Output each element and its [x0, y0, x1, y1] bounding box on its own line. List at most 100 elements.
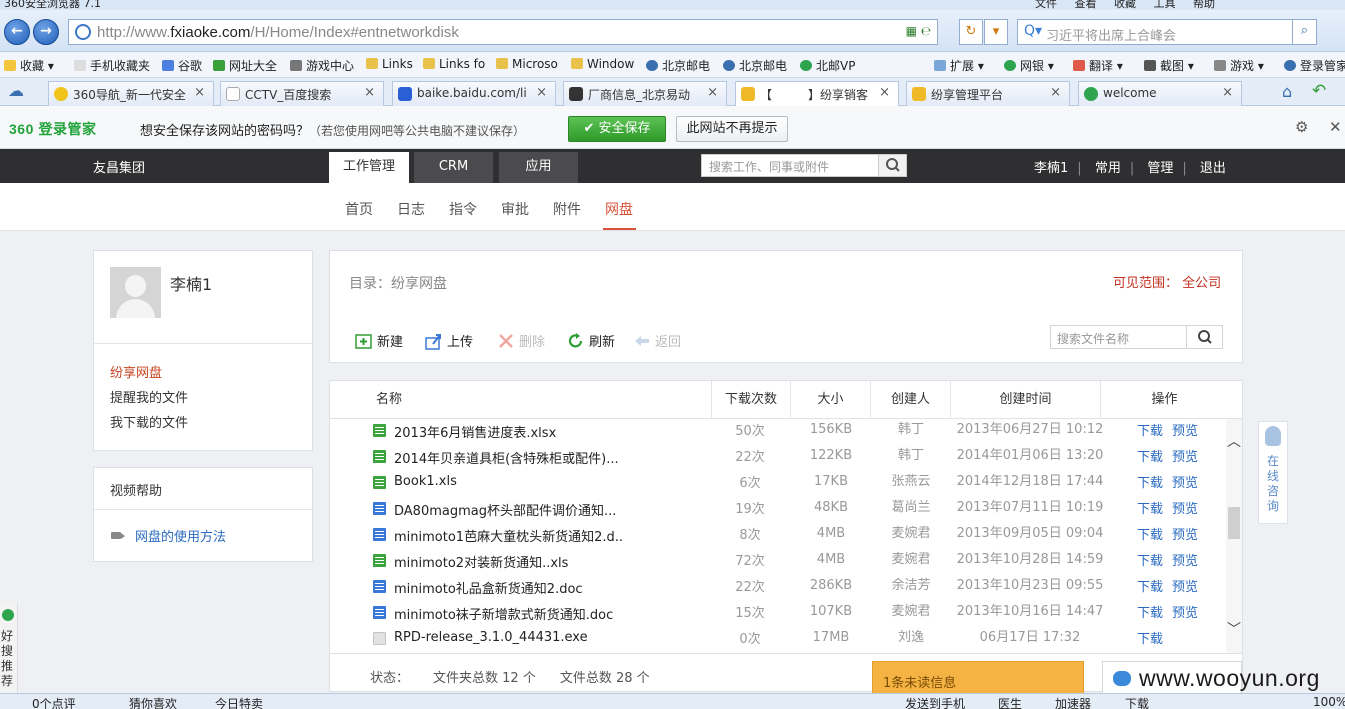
recommend-rail[interactable]: 好搜推荐 — [0, 603, 18, 693]
tab-apps[interactable]: 应用 — [499, 152, 578, 183]
back-button[interactable]: ← — [4, 19, 30, 45]
menu-file[interactable]: 文件 — [1035, 0, 1057, 10]
close-icon[interactable]: × — [1222, 85, 1233, 100]
download-link[interactable]: 下载 — [1137, 420, 1163, 439]
chevron-down-icon[interactable]: ﹀ — [1227, 619, 1241, 639]
preview-link[interactable]: 预览 — [1172, 602, 1198, 621]
table-row[interactable]: minimoto2对装新货通知..xls 72次 4MB 麦婉君 2013年10… — [330, 549, 1226, 575]
extensions-menu[interactable]: 扩展 ▾ — [934, 57, 984, 74]
col-created-time[interactable]: 创建时间 — [951, 381, 1101, 419]
tab-work-management[interactable]: 工作管理 — [329, 152, 409, 183]
refresh-icon[interactable]: ↻ — [959, 19, 983, 45]
file-name[interactable]: minimoto袜子新增款式新货通知.doc — [394, 604, 624, 623]
new-button[interactable]: 新建 — [355, 331, 403, 350]
fav-item[interactable]: 北京邮电 — [646, 57, 710, 74]
scrollbar-thumb[interactable] — [1228, 507, 1240, 539]
fav-item[interactable]: 网址大全 — [213, 57, 277, 74]
search-icon[interactable]: ⌕ — [1292, 20, 1316, 44]
preview-link[interactable]: 预览 — [1172, 472, 1198, 491]
menu-tools[interactable]: 工具 — [1154, 0, 1176, 10]
online-consult[interactable]: 在线咨询 — [1258, 421, 1288, 524]
menu-view[interactable]: 查看 — [1075, 0, 1097, 10]
back-button[interactable]: 返回 — [633, 331, 681, 350]
table-row[interactable]: minimoto礼品盒新货通知2.doc 22次 286KB 余洁芳 2013年… — [330, 575, 1226, 601]
preview-link[interactable]: 预览 — [1172, 576, 1198, 595]
close-icon[interactable]: × — [879, 85, 890, 100]
games-menu[interactable]: 游戏 ▾ — [1214, 57, 1264, 74]
download-link[interactable]: 下载 — [1137, 498, 1163, 517]
browser-search[interactable]: Q▾ 习近平将出席上合峰会 ⌕ — [1017, 19, 1317, 45]
forward-button[interactable]: → — [33, 19, 59, 45]
fav-item[interactable]: 谷歌 — [162, 57, 202, 74]
help-link[interactable]: 网盘的使用方法 — [135, 526, 226, 545]
subnav-approval[interactable]: 审批 — [501, 199, 529, 219]
status-accelerator[interactable]: 加速器 — [1055, 695, 1091, 709]
table-scrollbar[interactable]: ︿ ﹀ — [1226, 419, 1242, 653]
status-send-phone[interactable]: 发送到手机 — [905, 695, 965, 709]
gear-icon[interactable]: ⚙ — [1295, 118, 1308, 136]
file-name[interactable]: 2013年6月销售进度表.xlsx — [394, 422, 624, 441]
browser-tab[interactable]: 360导航_新一代安全 × — [48, 81, 214, 106]
close-icon[interactable]: × — [1050, 85, 1061, 100]
file-name[interactable]: minimoto1芭麻大童枕头新货通知2.d... — [394, 526, 624, 545]
file-name[interactable]: Book1.xls — [394, 474, 624, 489]
table-row[interactable]: RPD-release_3.1.0_44431.exe 0次 17MB 刘逸 0… — [330, 627, 1226, 653]
download-link[interactable]: 下载 — [1137, 446, 1163, 465]
search-engine-icon[interactable]: Q▾ — [1024, 23, 1042, 39]
table-row[interactable]: Book1.xls 6次 17KB 张燕云 2014年12月18日 17:44 … — [330, 471, 1226, 497]
screenshot-menu[interactable]: 截图 ▾ — [1144, 57, 1194, 74]
table-row[interactable]: minimoto1芭麻大童枕头新货通知2.d... 8次 4MB 麦婉君 201… — [330, 523, 1226, 549]
login-manager[interactable]: 登录管家 — [1284, 57, 1345, 74]
dropdown-icon[interactable]: ▾ — [984, 19, 1008, 45]
menu-favorites[interactable]: 收藏 — [1114, 0, 1136, 10]
subnav-home[interactable]: 首页 — [345, 199, 373, 219]
col-size[interactable]: 大小 — [791, 381, 871, 419]
preview-link[interactable]: 预览 — [1172, 498, 1198, 517]
status-deals[interactable]: 今日特卖 — [215, 695, 263, 709]
menu-downloaded-files[interactable]: 我下载的文件 — [110, 412, 188, 431]
menu-help[interactable]: 帮助 — [1193, 0, 1215, 10]
translate-menu[interactable]: 翻译 ▾ — [1073, 57, 1123, 74]
preview-link[interactable]: 预览 — [1172, 446, 1198, 465]
chevron-up-icon[interactable]: ︿ — [1227, 431, 1241, 451]
no-prompt-button[interactable]: 此网站不再提示 — [676, 116, 788, 142]
close-icon[interactable]: × — [536, 85, 547, 100]
table-row[interactable]: 2013年6月销售进度表.xlsx 50次 156KB 韩丁 2013年06月2… — [330, 419, 1226, 445]
fav-item[interactable]: Window — [571, 57, 634, 71]
fav-item[interactable]: 北邮VP — [800, 57, 855, 74]
current-user[interactable]: 李楠1 — [1034, 161, 1068, 176]
link-logout[interactable]: 退出 — [1200, 161, 1226, 176]
bank-menu[interactable]: 网银 ▾ — [1004, 57, 1054, 74]
close-icon[interactable]: × — [707, 85, 718, 100]
file-name[interactable]: minimoto2对装新货通知..xls — [394, 552, 624, 571]
preview-link[interactable]: 预览 — [1172, 550, 1198, 569]
col-creator[interactable]: 创建人 — [871, 381, 951, 419]
subnav-logs[interactable]: 日志 — [397, 199, 425, 219]
file-name[interactable]: RPD-release_3.1.0_44431.exe — [394, 630, 624, 645]
menu-shared-disk[interactable]: 纷享网盘 — [110, 362, 162, 381]
download-link[interactable]: 下载 — [1137, 550, 1163, 569]
refresh-button[interactable]: 刷新 — [567, 331, 615, 350]
status-comments[interactable]: 0个点评 — [32, 695, 76, 709]
close-icon[interactable]: × — [194, 85, 205, 100]
subnav-attachments[interactable]: 附件 — [553, 199, 581, 219]
fav-item[interactable]: 北京邮电 — [723, 57, 787, 74]
favorites-menu[interactable]: 收藏 ▾ — [4, 57, 54, 74]
tab-crm[interactable]: CRM — [414, 152, 493, 183]
delete-button[interactable]: 删除 — [497, 331, 545, 350]
browser-tab[interactable]: 厂商信息_北京易动 × — [563, 81, 727, 106]
status-guess[interactable]: 猜你喜欢 — [129, 695, 177, 709]
fav-item[interactable]: 手机收藏夹 — [74, 57, 150, 74]
fav-item[interactable]: Microso — [496, 57, 558, 71]
browser-tab[interactable]: welcome × — [1078, 81, 1242, 106]
file-name[interactable]: 2014年贝亲道具柜(含特殊柜或配件)... — [394, 448, 624, 467]
file-search[interactable]: 搜索文件名称 — [1050, 325, 1223, 349]
link-favorites[interactable]: 常用 — [1095, 161, 1121, 176]
download-link[interactable]: 下载 — [1137, 472, 1163, 491]
download-link[interactable]: 下载 — [1137, 576, 1163, 595]
status-download[interactable]: 下载 — [1125, 695, 1149, 709]
upload-button[interactable]: 上传 — [425, 331, 473, 350]
compat-mode-icon[interactable]: ▦ ℮ — [906, 24, 931, 38]
safe-save-button[interactable]: ✔ 安全保存 — [568, 116, 666, 142]
col-name[interactable]: 名称 — [330, 381, 712, 419]
